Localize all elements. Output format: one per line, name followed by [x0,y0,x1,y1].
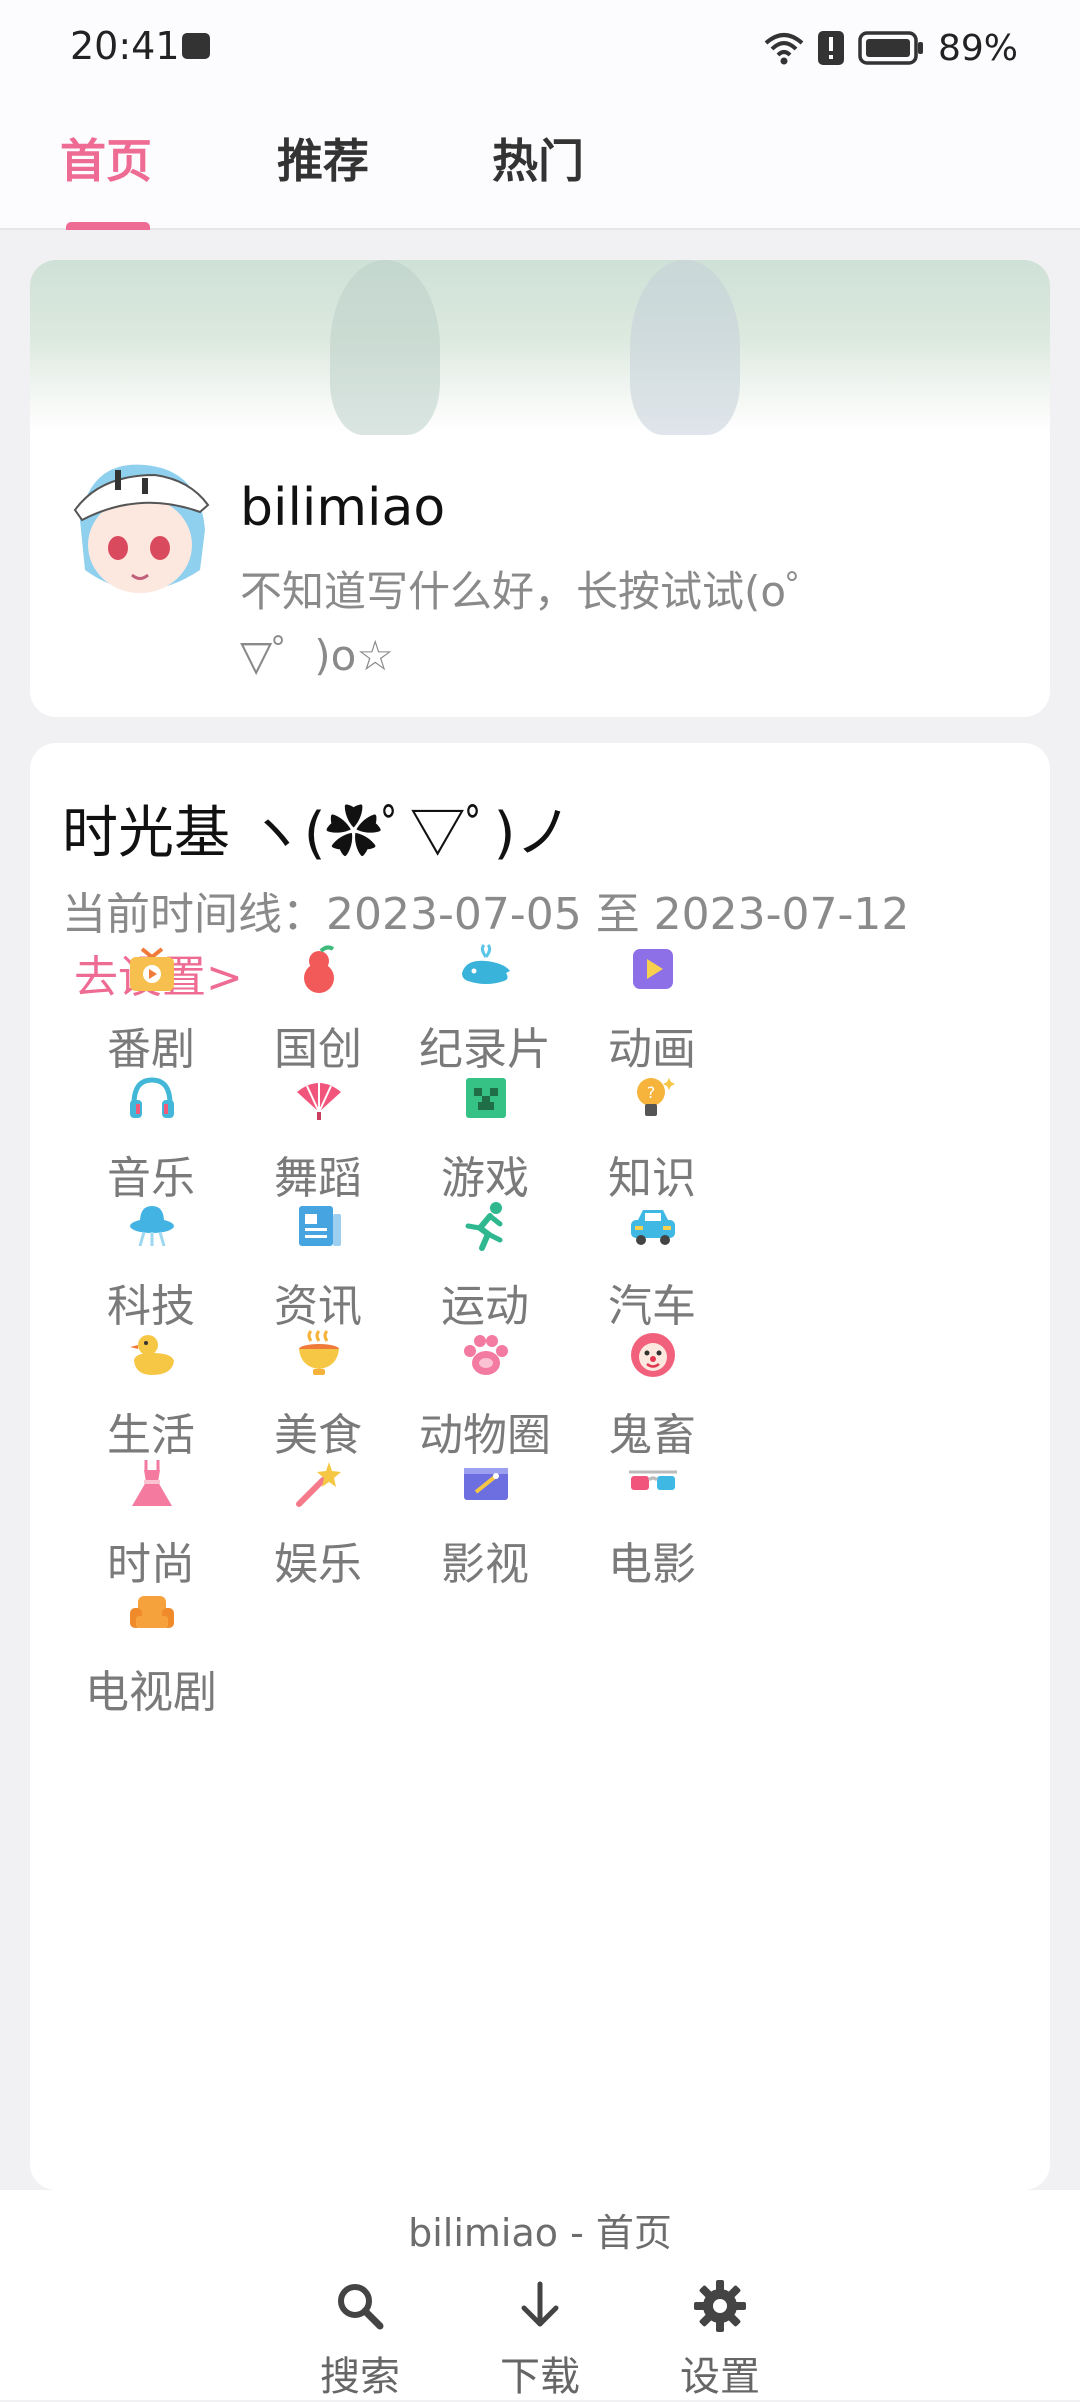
dress-icon [132,1460,172,1506]
lightbulb-icon: ? [637,1078,675,1116]
creeper-icon [466,1078,506,1118]
download-icon [521,2281,559,2327]
sofa-icon [130,1596,174,1628]
avatar [73,464,210,593]
ufo-icon [130,1206,174,1247]
status-time: 20:41 [70,24,180,68]
user-signature: 不知道写什么好，长按试试(o゜▽゜)o☆ [240,567,829,680]
headphones-icon [130,1077,174,1118]
duck-icon [130,1335,174,1375]
category-label: 鬼畜 [608,1410,696,1461]
profile-card[interactable]: bilimiao 不知道写什么好，长按试试(o゜▽゜)o☆ [30,260,1050,717]
category-label: 电影 [608,1539,696,1590]
category-label: 电视剧 [85,1667,217,1718]
play-square-icon [633,949,673,989]
settings-button[interactable]: 设置 [655,2278,785,2402]
timeline-range-prefix: 当前时间线： [62,889,326,940]
tab-recommend[interactable]: 推荐 [277,125,369,191]
page-title: bilimiao - 首页 [408,2211,672,2255]
category-tv-drama[interactable]: 电视剧 [31,1586,271,1766]
newspaper-icon [299,1206,341,1246]
download-label: 下载 [500,2354,580,2400]
wifi-icon [764,33,804,65]
banner-image [30,260,1050,435]
download-button[interactable]: 下载 [475,2278,605,2402]
paw-icon [464,1335,508,1375]
whale-icon [462,943,510,984]
timeline-range-dates: 2023-07-05 至 2023-07-12 [326,889,910,940]
clown-icon [631,1333,675,1377]
status-bar: 20:41 89% [0,0,1080,95]
category-label: 知识 [608,1153,696,1204]
battery-percent: 89% [937,27,1018,69]
top-tabs: 首页 推荐 热门 [0,95,1080,230]
tab-home[interactable]: 首页 [60,125,152,191]
timeline-range: 当前时间线：2023-07-05 至 2023-07-12 [62,878,909,942]
gear-icon [694,2280,746,2332]
timeline-title: 时光基 ヽ(✿ﾟ▽ﾟ)ノ [62,801,572,866]
huawei-badge-icon [182,33,210,59]
runner-icon [465,1202,503,1251]
search-label: 搜索 [320,2354,400,2400]
username: bilimiao [240,478,446,538]
search-icon [338,2284,384,2330]
wand-icon [296,1462,341,1507]
3d-glasses-icon [629,1470,677,1490]
bottom-bar: bilimiao - 首页 搜索 下载 设置 [0,2190,1080,2400]
bowl-icon [299,1329,339,1375]
clapper-icon [464,1468,508,1500]
svg-text:?: ? [647,1083,656,1102]
category-label: 汽车 [608,1281,696,1332]
timeline-card: 时光基 ヽ(✿ﾟ▽ﾟ)ノ 当前时间线：2023-07-05 至 2023-07-… [30,743,1050,2190]
car-icon [631,1210,675,1245]
settings-label: 设置 [680,2354,760,2400]
category-movie[interactable]: 电影 [532,1458,772,1638]
alert-icon [817,31,844,65]
search-button[interactable]: 搜索 [295,2278,425,2402]
battery-icon [858,31,923,65]
category-label: 动画 [608,1024,696,1075]
fan-icon [297,1082,341,1120]
tv-icon [130,947,174,991]
tab-popular[interactable]: 热门 [492,125,584,191]
tab-indicator [66,222,150,230]
status-indicators: 89% [764,24,1018,72]
gourd-icon [304,945,335,993]
